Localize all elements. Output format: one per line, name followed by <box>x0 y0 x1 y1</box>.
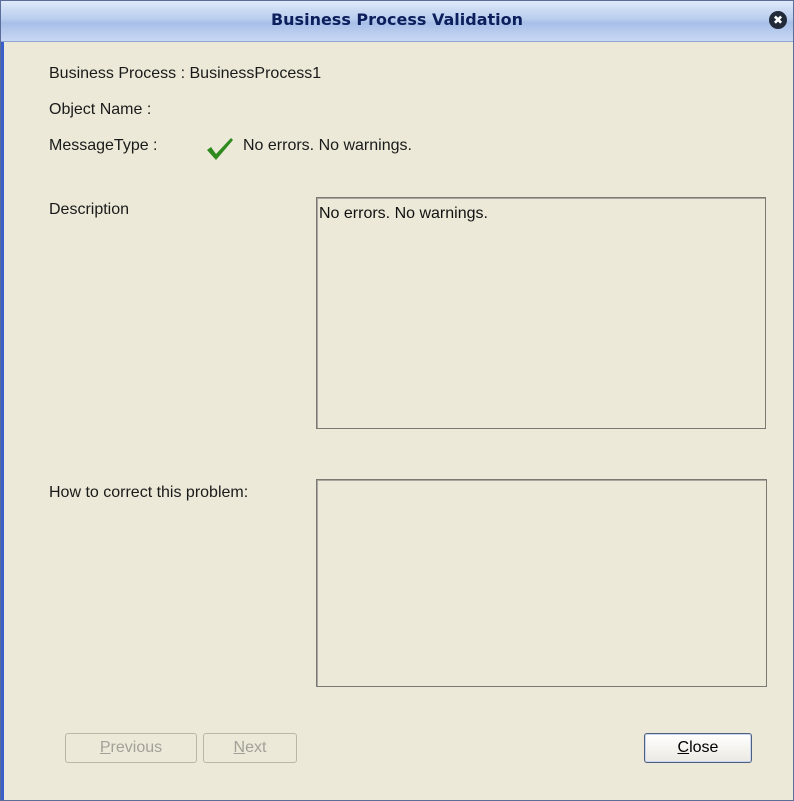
business-process-label: Business Process : BusinessProcess1 <box>49 65 322 82</box>
description-textarea[interactable]: No errors. No warnings. <box>316 197 766 429</box>
description-label: Description <box>49 201 130 218</box>
close-label: lose <box>689 739 719 756</box>
how-to-correct-textarea[interactable] <box>316 479 767 687</box>
how-to-correct-label: How to correct this problem: <box>49 484 249 501</box>
close-mnemonic: C <box>677 739 690 756</box>
previous-mnemonic: P <box>99 739 111 756</box>
message-type-label: MessageType : <box>49 137 158 154</box>
previous-button[interactable]: Previous <box>65 733 197 763</box>
close-button[interactable]: Close <box>644 733 752 763</box>
close-icon[interactable]: ✖ <box>769 11 787 29</box>
next-button[interactable]: Next <box>203 733 297 763</box>
next-label: ext <box>245 739 267 756</box>
dialog-title: Business Process Validation <box>270 10 524 29</box>
object-name-label: Object Name : <box>49 101 152 118</box>
validation-dialog: Business Process Validation ✖ Business P… <box>0 0 794 801</box>
message-type-value: No errors. No warnings. <box>243 137 412 154</box>
title-bar[interactable]: Business Process Validation ✖ <box>1 1 793 42</box>
previous-label: revious <box>110 739 163 756</box>
checkmark-icon <box>207 138 233 160</box>
next-mnemonic: N <box>233 739 246 756</box>
